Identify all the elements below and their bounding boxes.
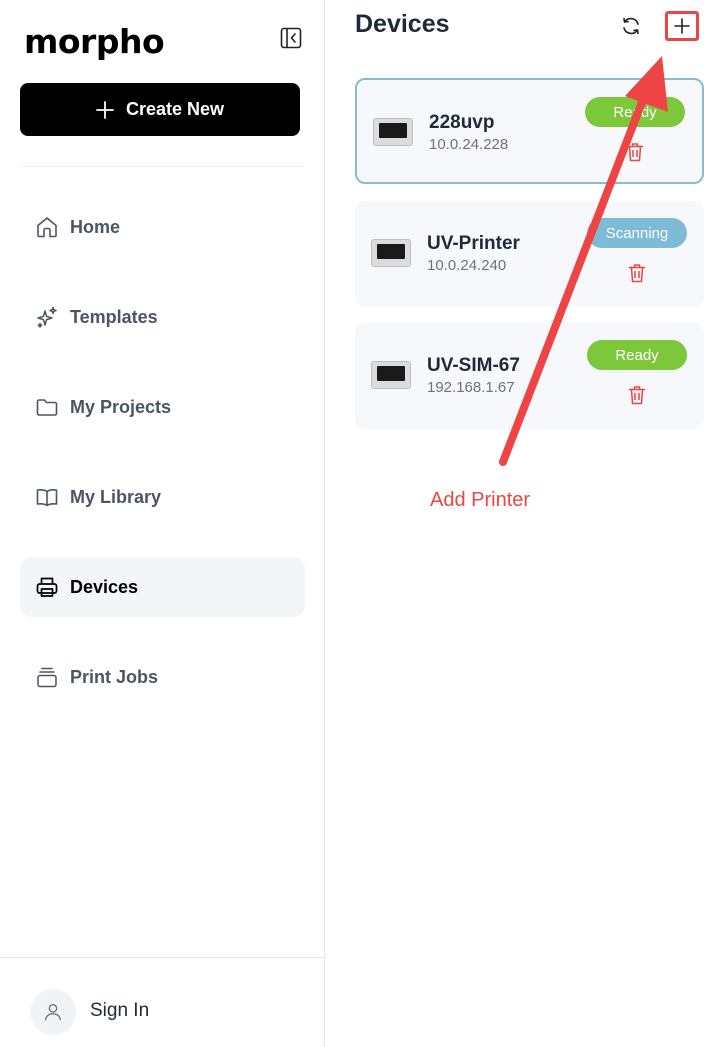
plus-icon [674,18,690,34]
create-new-button[interactable]: Create New [20,83,300,136]
trash-icon [628,386,646,405]
sidebar-item-my-projects[interactable]: My Projects [20,377,305,437]
printer-thumbnail [371,239,411,267]
device-card[interactable]: 228uvp 10.0.24.228 Ready [355,78,704,184]
sidebar-item-templates[interactable]: Templates [20,287,305,347]
book-icon [36,489,58,507]
sidebar-collapse-icon [280,27,302,49]
delete-device-button[interactable] [628,385,646,405]
device-name: UV-Printer [427,233,520,254]
device-card[interactable]: UV-Printer 10.0.24.240 Scanning [355,201,704,307]
sign-in-label[interactable]: Sign In [90,1000,149,1022]
sidebar: morpho Create New Home Templates My Proj… [0,0,325,1047]
trash-icon [626,143,644,162]
sparkles-icon [37,306,57,328]
status-badge: Ready [587,340,687,370]
sidebar-item-label: Home [70,216,121,237]
refresh-button[interactable] [620,15,642,37]
device-ip: 10.0.24.228 [429,136,509,153]
printer-icon [36,577,58,597]
sidebar-item-label: Devices [70,576,139,597]
logo: morpho [24,22,165,61]
delete-device-button[interactable] [626,142,644,162]
avatar[interactable] [30,989,76,1035]
sidebar-item-my-library[interactable]: My Library [20,467,305,527]
create-new-label: Create New [125,99,225,119]
sign-in-area[interactable]: Sign In [0,957,324,1047]
sidebar-item-label: Print Jobs [70,666,159,687]
device-card[interactable]: UV-SIM-67 192.168.1.67 Ready [355,323,704,429]
sidebar-item-devices[interactable]: Devices [20,557,305,617]
plus-icon [96,100,114,119]
sidebar-item-print-jobs[interactable]: Print Jobs [20,647,305,707]
divider [20,166,304,167]
annotation-label: Add Printer [430,489,531,511]
device-name: UV-SIM-67 [427,355,520,376]
delete-device-button[interactable] [628,263,646,283]
user-icon [44,1003,62,1021]
sidebar-item-label: My Library [70,486,162,507]
sidebar-item-label: My Projects [70,396,172,417]
printer-thumbnail [371,361,411,389]
device-ip: 192.168.1.67 [427,379,515,396]
folder-icon [36,399,58,416]
home-icon [37,217,57,238]
status-badge: Ready [585,97,685,127]
sidebar-item-label: Templates [70,306,158,327]
collapse-sidebar-button[interactable] [280,27,302,49]
trash-icon [628,264,646,283]
device-name: 228uvp [429,112,495,133]
device-ip: 10.0.24.240 [427,257,507,274]
refresh-icon [623,17,639,35]
add-printer-button[interactable] [665,11,699,41]
page-title: Devices [355,10,450,38]
sidebar-item-home[interactable]: Home [20,197,305,257]
status-badge: Scanning [587,218,687,248]
stack-icon [37,667,57,688]
printer-thumbnail [373,118,413,146]
devices-panel: Devices 228uvp 10.0.24.228 Ready UV-Prin… [325,0,723,1047]
